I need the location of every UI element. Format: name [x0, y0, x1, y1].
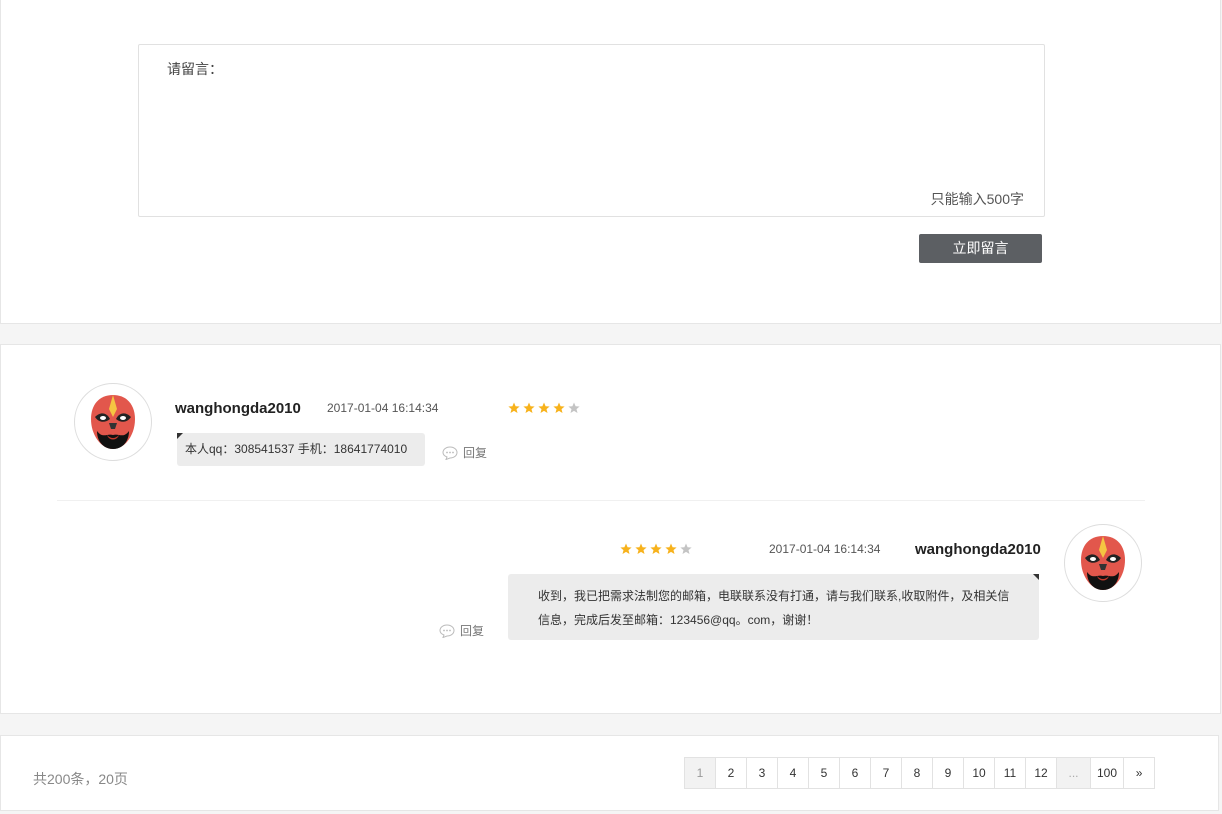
message-textarea-box[interactable]: 请留言： 只能输入500字 — [138, 44, 1045, 217]
page-100-button[interactable]: 100 — [1090, 757, 1125, 789]
comment-username[interactable]: wanghongda2010 — [915, 541, 1041, 558]
chat-bubble-icon — [442, 445, 458, 460]
page-4-button[interactable]: 4 — [777, 757, 809, 789]
page-7-button[interactable]: 7 — [870, 757, 902, 789]
star-empty-icon — [568, 402, 580, 413]
page-1-button[interactable]: 1 — [684, 757, 716, 789]
page-5-button[interactable]: 5 — [808, 757, 840, 789]
peking-opera-mask-icon — [91, 395, 135, 449]
message-label: 请留言： — [167, 61, 223, 77]
peking-opera-mask-icon — [1081, 536, 1125, 590]
page-12-button[interactable]: 12 — [1025, 757, 1057, 789]
star-filled-icon — [538, 402, 550, 413]
char-limit-hint: 只能输入500字 — [930, 191, 1024, 207]
star-filled-icon — [665, 543, 677, 554]
page-10-button[interactable]: 10 — [963, 757, 995, 789]
comment-bubble: 收到，我已把需求法制您的邮箱，电联联系没有打通，请与我们联系,收取附件，及相关信… — [508, 574, 1039, 640]
page-6-button[interactable]: 6 — [839, 757, 871, 789]
chat-bubble-icon — [439, 623, 455, 638]
comment-username[interactable]: wanghongda2010 — [175, 400, 301, 417]
star-filled-icon — [553, 402, 565, 413]
comment-text-line: 信息，完成后发至邮箱：123456@qq。com，谢谢！ — [538, 613, 819, 627]
avatar[interactable] — [1064, 524, 1142, 602]
star-filled-icon — [523, 402, 535, 413]
comment-time: 2017-01-04 16:14:34 — [327, 401, 439, 415]
reply-label: 回复 — [463, 446, 488, 460]
submit-message-button[interactable]: 立即留言 — [919, 234, 1042, 263]
comment-text-line: 收到，我已把需求法制您的邮箱，电联联系没有打通，请与我们联系,收取附件，及相关信 — [538, 589, 1010, 603]
star-filled-icon — [650, 543, 662, 554]
comment-time: 2017-01-04 16:14:34 — [769, 542, 881, 556]
page-11-button[interactable]: 11 — [994, 757, 1026, 789]
comment-divider — [57, 500, 1145, 501]
next-page-button[interactable]: » — [1123, 757, 1156, 789]
message-input[interactable] — [227, 53, 1027, 183]
page-9-button[interactable]: 9 — [932, 757, 964, 789]
bubble-corner — [1033, 574, 1039, 580]
star-empty-icon — [680, 543, 692, 554]
avatar[interactable] — [74, 383, 152, 461]
page-8-button[interactable]: 8 — [901, 757, 933, 789]
comments-panel: wanghongda2010 2017-01-04 16:14:34 本人qq：… — [0, 344, 1221, 714]
pagination-total: 共200条，20页 — [33, 771, 128, 787]
pagination: 1 2 3 4 5 6 7 8 9 10 11 12... 100» — [684, 757, 1156, 789]
comment-text: 本人qq：308541537 手机：18641774010 — [185, 442, 408, 456]
page-3-button[interactable]: 3 — [746, 757, 778, 789]
reply-button[interactable]: 回复 — [442, 444, 487, 461]
star-filled-icon — [620, 543, 632, 554]
page-ellipsis: ... — [1056, 757, 1091, 789]
reply-button[interactable]: 回复 — [439, 622, 484, 639]
bubble-corner — [177, 433, 183, 439]
pagination-panel: 共200条，20页 1 2 3 4 5 6 7 8 9 10 11 12... 100» — [0, 735, 1219, 811]
reply-label: 回复 — [460, 624, 485, 638]
page-2-button[interactable]: 2 — [715, 757, 747, 789]
rating-stars — [508, 402, 580, 414]
star-filled-icon — [508, 402, 520, 413]
message-form-panel: 请留言： 只能输入500字 立即留言 — [0, 0, 1221, 324]
star-filled-icon — [635, 543, 647, 554]
rating-stars — [620, 543, 692, 555]
comment-bubble: 本人qq：308541537 手机：18641774010 — [177, 433, 425, 466]
